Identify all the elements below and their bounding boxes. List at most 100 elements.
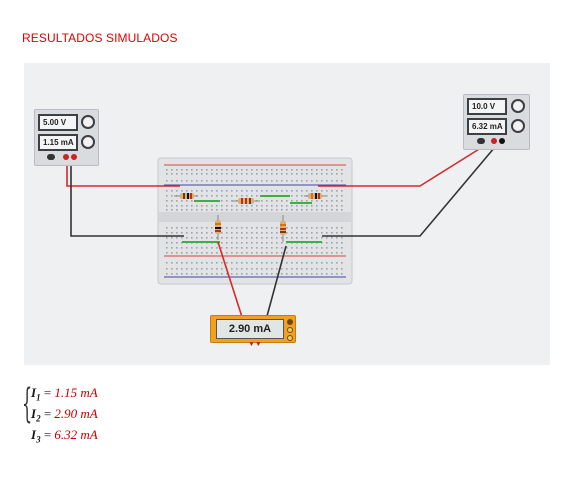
breadboard-hole[interactable]	[176, 262, 178, 264]
breadboard-hole[interactable]	[221, 209, 223, 211]
breadboard-hole[interactable]	[321, 227, 323, 229]
breadboard-hole[interactable]	[206, 195, 208, 197]
breadboard-hole[interactable]	[166, 173, 168, 175]
breadboard-hole[interactable]	[196, 190, 198, 192]
breadboard-hole[interactable]	[201, 180, 203, 182]
breadboard-hole[interactable]	[196, 247, 198, 249]
breadboard-hole[interactable]	[306, 209, 308, 211]
breadboard-hole[interactable]	[341, 268, 343, 270]
breadboard-hole[interactable]	[191, 190, 193, 192]
breadboard-hole[interactable]	[226, 209, 228, 211]
breadboard-hole[interactable]	[246, 173, 248, 175]
breadboard-hole[interactable]	[336, 268, 338, 270]
breadboard-hole[interactable]	[296, 252, 298, 254]
breadboard-hole[interactable]	[176, 205, 178, 207]
breadboard-hole[interactable]	[196, 173, 198, 175]
breadboard-hole[interactable]	[211, 227, 213, 229]
breadboard-hole[interactable]	[261, 237, 263, 239]
breadboard-hole[interactable]	[341, 180, 343, 182]
breadboard-hole[interactable]	[221, 232, 223, 234]
breadboard-hole[interactable]	[191, 247, 193, 249]
breadboard-hole[interactable]	[231, 262, 233, 264]
breadboard-hole[interactable]	[176, 247, 178, 249]
breadboard-hole[interactable]	[266, 190, 268, 192]
breadboard-hole[interactable]	[331, 232, 333, 234]
breadboard-hole[interactable]	[211, 169, 213, 171]
breadboard-hole[interactable]	[266, 247, 268, 249]
breadboard-hole[interactable]	[231, 209, 233, 211]
breadboard-hole[interactable]	[261, 180, 263, 182]
breadboard-hole[interactable]	[276, 242, 278, 244]
breadboard-hole[interactable]	[336, 173, 338, 175]
breadboard-hole[interactable]	[236, 195, 238, 197]
breadboard-hole[interactable]	[166, 169, 168, 171]
breadboard-hole[interactable]	[201, 273, 203, 275]
breadboard-hole[interactable]	[301, 180, 303, 182]
breadboard-hole[interactable]	[266, 205, 268, 207]
breadboard-hole[interactable]	[261, 268, 263, 270]
breadboard-hole[interactable]	[341, 247, 343, 249]
breadboard-hole[interactable]	[186, 232, 188, 234]
breadboard-hole[interactable]	[236, 247, 238, 249]
breadboard-hole[interactable]	[166, 205, 168, 207]
breadboard-hole[interactable]	[341, 209, 343, 211]
breadboard-hole[interactable]	[226, 247, 228, 249]
breadboard-hole[interactable]	[281, 205, 283, 207]
breadboard-hole[interactable]	[221, 242, 223, 244]
breadboard-hole[interactable]	[251, 237, 253, 239]
breadboard-hole[interactable]	[331, 252, 333, 254]
breadboard-hole[interactable]	[271, 268, 273, 270]
breadboard-hole[interactable]	[331, 268, 333, 270]
breadboard-hole[interactable]	[261, 247, 263, 249]
probe-terminals[interactable]: ▼▼	[248, 341, 262, 348]
breadboard-hole[interactable]	[171, 232, 173, 234]
breadboard-hole[interactable]	[321, 273, 323, 275]
breadboard-hole[interactable]	[341, 173, 343, 175]
breadboard-hole[interactable]	[166, 273, 168, 275]
breadboard-hole[interactable]	[326, 247, 328, 249]
negative-terminal[interactable]	[477, 138, 485, 144]
breadboard-hole[interactable]	[266, 268, 268, 270]
breadboard-hole[interactable]	[341, 195, 343, 197]
breadboard-hole[interactable]	[286, 200, 288, 202]
breadboard-hole[interactable]	[236, 180, 238, 182]
breadboard-hole[interactable]	[166, 195, 168, 197]
breadboard-hole[interactable]	[181, 200, 183, 202]
breadboard-hole[interactable]	[331, 273, 333, 275]
breadboard-hole[interactable]	[191, 273, 193, 275]
breadboard-hole[interactable]	[256, 173, 258, 175]
breadboard-hole[interactable]	[186, 262, 188, 264]
breadboard-hole[interactable]	[246, 247, 248, 249]
breadboard-hole[interactable]	[211, 237, 213, 239]
breadboard-hole[interactable]	[251, 247, 253, 249]
breadboard-hole[interactable]	[316, 252, 318, 254]
breadboard-hole[interactable]	[326, 190, 328, 192]
breadboard-hole[interactable]	[241, 227, 243, 229]
breadboard-hole[interactable]	[266, 237, 268, 239]
breadboard-hole[interactable]	[256, 268, 258, 270]
breadboard-hole[interactable]	[171, 173, 173, 175]
breadboard-hole[interactable]	[251, 262, 253, 264]
breadboard-hole[interactable]	[171, 190, 173, 192]
breadboard-hole[interactable]	[236, 173, 238, 175]
breadboard-hole[interactable]	[201, 227, 203, 229]
breadboard-hole[interactable]	[301, 227, 303, 229]
breadboard-hole[interactable]	[321, 252, 323, 254]
breadboard-hole[interactable]	[181, 227, 183, 229]
breadboard-hole[interactable]	[261, 190, 263, 192]
breadboard-hole[interactable]	[286, 252, 288, 254]
breadboard-hole[interactable]	[186, 268, 188, 270]
breadboard-hole[interactable]	[256, 242, 258, 244]
breadboard-hole[interactable]	[331, 262, 333, 264]
breadboard-hole[interactable]	[241, 242, 243, 244]
breadboard-hole[interactable]	[311, 252, 313, 254]
breadboard-hole[interactable]	[266, 227, 268, 229]
current-knob[interactable]	[511, 119, 525, 133]
breadboard-hole[interactable]	[226, 252, 228, 254]
breadboard-hole[interactable]	[166, 200, 168, 202]
breadboard-hole[interactable]	[331, 190, 333, 192]
breadboard-hole[interactable]	[251, 173, 253, 175]
breadboard-hole[interactable]	[266, 173, 268, 175]
breadboard-hole[interactable]	[301, 268, 303, 270]
breadboard-hole[interactable]	[191, 205, 193, 207]
